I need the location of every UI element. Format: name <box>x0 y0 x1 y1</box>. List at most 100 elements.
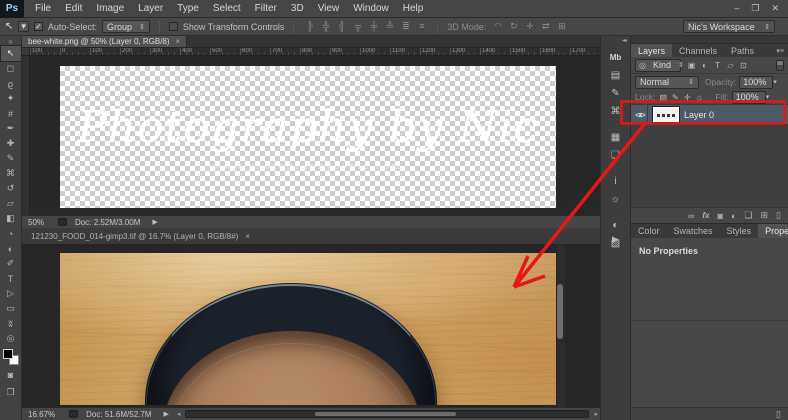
close-button[interactable]: ✕ <box>771 3 779 14</box>
doc1-tab[interactable]: bee-white.png @ 50% (Layer 0, RGB/8) × <box>22 36 187 47</box>
filter-type-layers[interactable]: T <box>712 61 723 70</box>
doc2-status-flyout-icon[interactable]: ▶ <box>164 410 169 418</box>
align-right-edges[interactable]: ╣ <box>335 21 348 32</box>
blur-tool[interactable]: ◔ <box>1 226 21 241</box>
crop-tool[interactable]: # <box>1 106 21 121</box>
new-adjustment-layer[interactable]: ◐ <box>731 211 736 221</box>
distribute-vertical[interactable]: ≣ <box>399 21 412 32</box>
gradient-tool[interactable]: ◧ <box>1 211 21 226</box>
doc2-horizontal-scrollbar-track[interactable] <box>185 410 589 418</box>
menu-item[interactable]: Layer <box>131 0 170 18</box>
screen-mode-button[interactable]: ❐ <box>1 385 21 399</box>
align-left-edges[interactable]: ╠ <box>303 21 316 32</box>
tab-channels[interactable]: Channels <box>672 44 724 57</box>
styles[interactable]: ◐ <box>612 218 618 232</box>
3d-roll[interactable]: ↻ <box>507 21 520 32</box>
brush-tool[interactable]: ✎ <box>1 151 21 166</box>
filter-adjustment-layers[interactable]: ◐ <box>699 61 710 70</box>
properties-delete-icon[interactable]: ▯ <box>776 409 781 420</box>
doc2-canvas[interactable] <box>22 245 600 408</box>
menu-item[interactable]: Image <box>89 0 131 18</box>
filter-switch[interactable] <box>776 60 784 71</box>
eraser-tool[interactable]: ▱ <box>1 196 21 211</box>
show-transform-checkbox[interactable] <box>169 22 178 31</box>
scroll-right-icon[interactable]: ▸ <box>592 410 600 418</box>
doc2-close-icon[interactable]: × <box>245 232 250 241</box>
workspace-dropdown[interactable]: Nic's Workspace ⇕ <box>683 20 775 33</box>
menu-item[interactable]: Edit <box>58 0 89 18</box>
info[interactable]: i <box>614 174 616 188</box>
move-tool[interactable]: ↖ <box>1 46 21 61</box>
new-group[interactable]: ❏ <box>744 210 752 221</box>
scroll-left-icon[interactable]: ◂ <box>175 410 183 418</box>
zoom-tool[interactable]: ◎ <box>1 331 21 346</box>
3d-slide[interactable]: ⇄ <box>539 21 552 32</box>
history-brush-tool[interactable]: ↺ <box>1 181 21 196</box>
menu-item[interactable]: Filter <box>248 0 284 18</box>
menu-item[interactable]: File <box>28 0 58 18</box>
layer-effects[interactable]: fx <box>702 211 709 220</box>
opacity-value[interactable]: 100% ▾ <box>739 76 773 89</box>
lock-transparency[interactable]: ▨ <box>658 93 668 102</box>
menu-item[interactable]: Window <box>346 0 396 18</box>
tab-styles[interactable]: Styles <box>720 224 759 238</box>
doc1-status-flyout-icon[interactable]: ▶ <box>152 218 157 226</box>
doc2-horizontal-scrollbar-thumb[interactable] <box>315 412 456 416</box>
hand-tool[interactable]: ʬ <box>1 316 21 331</box>
shape-tool[interactable]: ▭ <box>1 301 21 316</box>
quick-mask-button[interactable]: ◙ <box>1 368 21 382</box>
restore-button[interactable]: ❐ <box>751 3 759 14</box>
3d-pan[interactable]: ✛ <box>523 21 536 32</box>
layer-filter-dropdown[interactable]: ◎ Kind ⇕ <box>635 59 681 72</box>
quick-selection-tool[interactable]: ✦ <box>1 91 21 106</box>
lasso-tool[interactable]: ϱ <box>1 76 21 91</box>
menu-item[interactable]: View <box>311 0 347 18</box>
path-selection-tool[interactable]: ▷ <box>1 286 21 301</box>
tool-presets[interactable]: ✎ <box>611 86 619 100</box>
lock-pixels[interactable]: ✎ <box>670 93 680 102</box>
mini-bridge[interactable]: Mb <box>610 50 622 64</box>
layer-row-layer0[interactable]: Layer 0 <box>631 105 788 125</box>
auto-select-checkbox[interactable]: ✓ <box>34 22 43 31</box>
link-layers[interactable]: ∞ <box>688 211 694 221</box>
layer-visibility-toggle[interactable] <box>633 105 648 124</box>
delete-layer[interactable]: ▯ <box>776 210 781 221</box>
collapse-toolbar[interactable]: » <box>1 36 21 46</box>
doc1-canvas[interactable]: Photography by Nic www.photographybynic.… <box>30 56 600 215</box>
lock-position[interactable]: ✛ <box>682 93 692 102</box>
add-layer-mask[interactable]: ◙ <box>718 211 723 221</box>
filter-shape-layers[interactable]: ▱ <box>725 61 736 70</box>
color-wells[interactable] <box>3 349 19 365</box>
tab-properties[interactable]: Properties <box>758 224 788 238</box>
auto-select-dropdown[interactable]: Group ⇕ <box>102 20 150 33</box>
menu-item[interactable]: Select <box>206 0 248 18</box>
collapse-panels-icon[interactable]: ◂◂ <box>622 37 626 44</box>
type-tool[interactable]: T <box>1 271 21 286</box>
doc2-tab-bar[interactable]: 121230_FOOD_014-gimp3.tif @ 16.7% (Layer… <box>22 228 600 245</box>
layer-thumbnail[interactable] <box>653 107 679 122</box>
timeline[interactable]: ▤ <box>611 68 620 82</box>
doc2-zoom-level[interactable]: 16.67% <box>28 410 55 419</box>
tab-color[interactable]: Color <box>631 224 667 238</box>
expand-panel-icon[interactable]: ▶ <box>601 234 630 245</box>
tab-swatches[interactable]: Swatches <box>667 224 720 238</box>
clone-source[interactable]: ⌘ <box>611 104 621 118</box>
eyedropper-tool[interactable]: ✒ <box>1 121 21 136</box>
tab-layers[interactable]: Layers <box>631 44 672 57</box>
filter-smart-objects[interactable]: ⊡ <box>738 61 749 70</box>
align-bottom-edges[interactable]: ╩ <box>383 21 396 32</box>
adjustments[interactable]: ☼ <box>611 192 620 206</box>
pen-tool[interactable]: ✐ <box>1 256 21 271</box>
menu-item[interactable]: Type <box>170 0 206 18</box>
tab-paths[interactable]: Paths <box>724 44 761 57</box>
distribute-horizontal[interactable]: ≡ <box>415 21 428 32</box>
align-vertical-centers[interactable]: ╪ <box>367 21 380 32</box>
blend-mode-dropdown[interactable]: Normal ⇕ <box>635 76 699 89</box>
minimize-button[interactable]: – <box>734 3 739 14</box>
clone-stamp-tool[interactable]: ⌘ <box>1 166 21 181</box>
history[interactable]: ▦ <box>611 130 620 144</box>
filter-pixel-layers[interactable]: ▣ <box>686 61 697 70</box>
healing-brush-tool[interactable]: ✚ <box>1 136 21 151</box>
tool-preset-arrow-icon[interactable]: ▾ <box>18 21 29 32</box>
new-layer[interactable]: ⊞ <box>761 210 769 221</box>
